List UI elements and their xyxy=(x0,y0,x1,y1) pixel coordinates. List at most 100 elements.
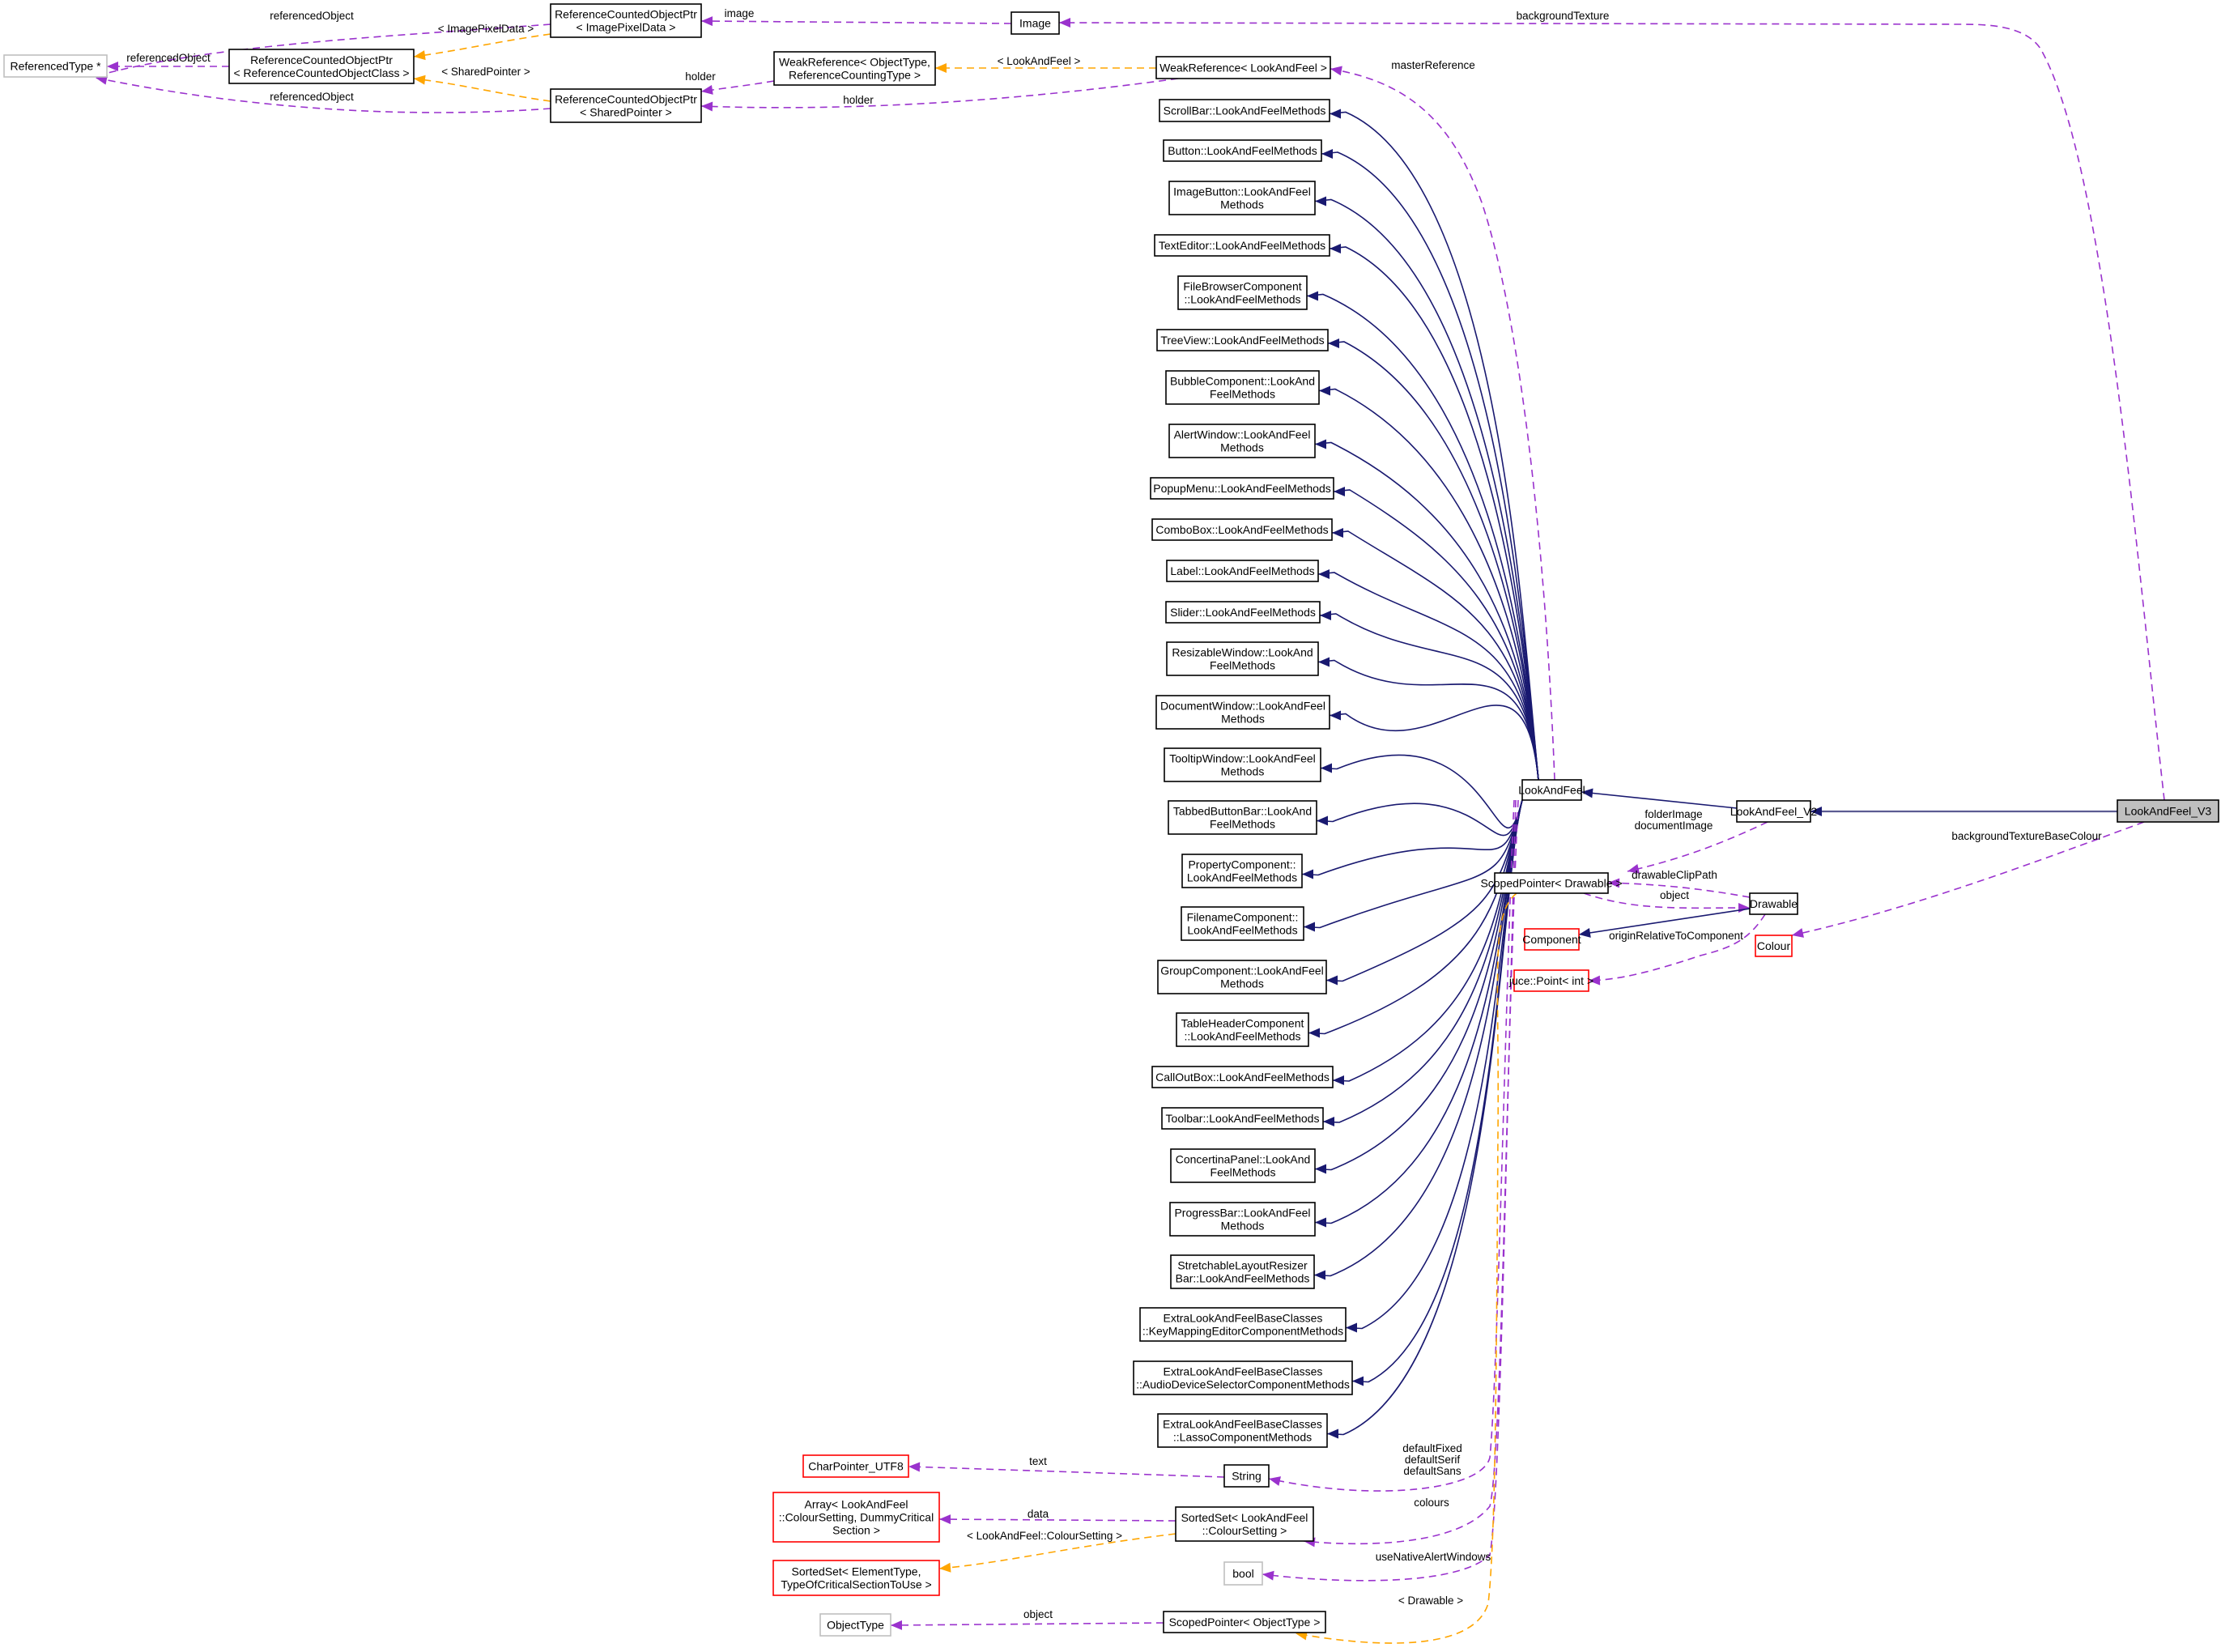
class-node-resizableWindow[interactable]: ResizableWindow::LookAndFeelMethods xyxy=(1166,641,1319,676)
node-label: FeelMethods xyxy=(1210,388,1275,401)
node-label: LookAndFeel_V3 xyxy=(2125,805,2212,818)
class-node-scopedPtrObjectType[interactable]: ScopedPointer< ObjectType > xyxy=(1163,1611,1326,1633)
edge-label: useNativeAlertWindows xyxy=(1376,1551,1491,1563)
arrowhead-icon xyxy=(939,1514,951,1525)
node-label: Array< LookAndFeel xyxy=(804,1498,908,1511)
edge-line xyxy=(890,1622,1164,1626)
class-node-lookAndFeelV3[interactable]: LookAndFeel_V3 xyxy=(2117,799,2219,823)
arrowhead-icon xyxy=(908,1462,921,1472)
class-node-scrollBar[interactable]: ScrollBar::LookAndFeelMethods xyxy=(1159,99,1330,122)
arrowhead-icon xyxy=(1321,149,1333,159)
class-node-jucePoint[interactable]: juce::Point< int > xyxy=(1508,969,1593,992)
class-node-bool[interactable]: bool xyxy=(1223,1561,1263,1586)
node-label: Methods xyxy=(1220,441,1264,454)
edge-scopedPtrObjectType-to-objectType: object xyxy=(890,1608,1164,1630)
edge-line xyxy=(413,78,551,102)
class-node-imageButton[interactable]: ImageButton::LookAndFeelMethods xyxy=(1168,181,1316,215)
node-label: Methods xyxy=(1221,713,1265,726)
class-node-rcopImagePixelData[interactable]: ReferenceCountedObjectPtr< ImagePixelDat… xyxy=(550,3,702,38)
class-node-tableHeader[interactable]: TableHeaderComponent::LookAndFeelMethods xyxy=(1176,1012,1309,1047)
node-label: FeelMethods xyxy=(1210,1166,1276,1179)
class-node-colour[interactable]: Colour xyxy=(1755,935,1793,957)
class-node-tabbedButtonBar[interactable]: TabbedButtonBar::LookAndFeelMethods xyxy=(1168,800,1317,835)
class-node-progressBar[interactable]: ProgressBar::LookAndFeelMethods xyxy=(1169,1202,1316,1237)
class-node-weakRefTemplate[interactable]: WeakReference< ObjectType,ReferenceCount… xyxy=(773,51,936,86)
edge-line xyxy=(1329,705,1539,781)
class-node-drawable[interactable]: Drawable xyxy=(1749,892,1798,915)
edge-sortedSetColour-to-sortedSetTemplate: < LookAndFeel::ColourSetting > xyxy=(938,1530,1176,1573)
edge-line xyxy=(1316,799,1523,837)
class-node-referencedType[interactable]: ReferencedType * xyxy=(3,54,108,78)
class-node-rcopClass[interactable]: ReferenceCountedObjectPtr< ReferenceCoun… xyxy=(228,49,415,84)
class-node-audioDevice[interactable]: ExtraLookAndFeelBaseClasses::AudioDevice… xyxy=(1133,1360,1353,1395)
arrowhead-icon xyxy=(1308,1028,1320,1038)
class-node-propertyComponent[interactable]: PropertyComponent::LookAndFeelMethods xyxy=(1181,854,1303,888)
edge-line xyxy=(700,78,1179,109)
node-label: ScrollBar::LookAndFeelMethods xyxy=(1164,104,1326,117)
arrowhead-icon xyxy=(1315,1164,1326,1174)
class-node-tooltipWindow[interactable]: TooltipWindow::LookAndFeelMethods xyxy=(1164,747,1321,782)
class-node-button[interactable]: Button::LookAndFeelMethods xyxy=(1163,139,1322,162)
class-node-toolbar[interactable]: Toolbar::LookAndFeelMethods xyxy=(1161,1107,1324,1130)
node-label: ::LookAndFeelMethods xyxy=(1185,1030,1301,1043)
class-node-rcopSharedPointer[interactable]: ReferenceCountedObjectPtr< SharedPointer… xyxy=(550,88,702,123)
node-label: ReferenceCountingType > xyxy=(789,69,921,82)
arrowhead-icon xyxy=(701,85,713,95)
arrowhead-icon xyxy=(1327,1428,1338,1439)
node-label: TypeOfCriticalSectionToUse > xyxy=(781,1578,931,1591)
arrowhead-icon xyxy=(1318,657,1330,667)
arrowhead-icon xyxy=(1307,291,1318,301)
class-node-fileBrowser[interactable]: FileBrowserComponent::LookAndFeelMethods xyxy=(1177,275,1308,310)
arrowhead-icon xyxy=(935,63,947,73)
edge-lookAndFeelV3-to-colour: backgroundTextureBaseColour xyxy=(1791,821,2145,938)
class-node-lookAndFeelV2[interactable]: LookAndFeel_V2 xyxy=(1730,800,1818,823)
arrowhead-icon xyxy=(1269,1476,1281,1486)
class-node-documentWindow[interactable]: DocumentWindow::LookAndFeelMethods xyxy=(1155,695,1330,730)
class-node-sortedSetColour[interactable]: SortedSet< LookAndFeel::ColourSetting > xyxy=(1175,1506,1314,1542)
arrowhead-icon xyxy=(1332,528,1343,538)
class-node-textEditor[interactable]: TextEditor::LookAndFeelMethods xyxy=(1154,234,1330,257)
node-label: WeakReference< LookAndFeel > xyxy=(1159,62,1327,75)
class-node-weakRefLAF[interactable]: WeakReference< LookAndFeel > xyxy=(1155,56,1331,79)
node-label: PropertyComponent:: xyxy=(1188,858,1296,871)
class-node-sortedSetTemplate[interactable]: SortedSet< ElementType,TypeOfCriticalSec… xyxy=(772,1560,940,1596)
class-node-groupComponent[interactable]: GroupComponent::LookAndFeelMethods xyxy=(1157,960,1327,994)
node-label: ResizableWindow::LookAnd xyxy=(1172,646,1313,659)
edge-label: referencedObject xyxy=(126,52,211,64)
class-node-callOutBox[interactable]: CallOutBox::LookAndFeelMethods xyxy=(1151,1066,1334,1088)
edge-lookAndFeel-to-textEditor xyxy=(1329,244,1539,781)
edge-label: defaultFixed xyxy=(1402,1442,1462,1454)
edge-line xyxy=(1314,799,1523,1224)
class-node-bubble[interactable]: BubbleComponent::LookAndFeelMethods xyxy=(1165,370,1320,405)
class-node-slider[interactable]: Slider::LookAndFeelMethods xyxy=(1165,601,1321,624)
class-node-filenameComponent[interactable]: FilenameComponent::LookAndFeelMethods xyxy=(1181,906,1304,941)
node-label: ReferenceCountedObjectPtr xyxy=(555,93,697,106)
class-node-stretchable[interactable]: StretchableLayoutResizerBar::LookAndFeel… xyxy=(1170,1254,1315,1289)
class-node-popupMenu[interactable]: PopupMenu::LookAndFeelMethods xyxy=(1150,477,1334,500)
node-label: LookAndFeelMethods xyxy=(1187,924,1297,937)
class-node-arrayColour[interactable]: Array< LookAndFeel::ColourSetting, Dummy… xyxy=(772,1492,940,1543)
class-node-charPointer[interactable]: CharPointer_UTF8 xyxy=(802,1454,909,1478)
arrowhead-icon xyxy=(1059,18,1071,28)
class-node-lasso[interactable]: ExtraLookAndFeelBaseClasses::LassoCompon… xyxy=(1157,1413,1328,1448)
edge-sortedSetColour-to-arrayColour: data xyxy=(938,1508,1176,1525)
edge-label: image xyxy=(725,7,755,19)
class-node-comboBox[interactable]: ComboBox::LookAndFeelMethods xyxy=(1151,518,1333,541)
edge-rcopImagePixelData-to-rcopClass: < ImagePixelData > xyxy=(413,23,551,61)
class-node-string[interactable]: String xyxy=(1223,1464,1270,1488)
class-node-label[interactable]: Label::LookAndFeelMethods xyxy=(1166,560,1319,582)
class-node-lookAndFeel[interactable]: LookAndFeel xyxy=(1518,779,1585,801)
node-label: Button::LookAndFeelMethods xyxy=(1168,144,1317,157)
edge-lookAndFeel-to-stretchable xyxy=(1313,799,1523,1280)
class-node-image[interactable]: Image xyxy=(1011,11,1060,35)
class-node-treeView[interactable]: TreeView::LookAndFeelMethods xyxy=(1156,329,1329,351)
arrowhead-icon xyxy=(1352,1376,1364,1386)
class-node-scopedPtrDrawable[interactable]: ScopedPointer< Drawable > xyxy=(1480,872,1623,894)
node-label: ObjectType xyxy=(827,1619,884,1632)
class-node-keyMapping[interactable]: ExtraLookAndFeelBaseClasses::KeyMappingE… xyxy=(1139,1307,1347,1342)
class-node-component[interactable]: Component xyxy=(1522,928,1581,951)
class-node-objectType[interactable]: ObjectType xyxy=(819,1613,891,1637)
class-node-concertina[interactable]: ConcertinaPanel::LookAndFeelMethods xyxy=(1170,1148,1316,1183)
arrowhead-icon xyxy=(1315,439,1326,449)
class-node-alertWindow[interactable]: AlertWindow::LookAndFeelMethods xyxy=(1168,424,1316,458)
